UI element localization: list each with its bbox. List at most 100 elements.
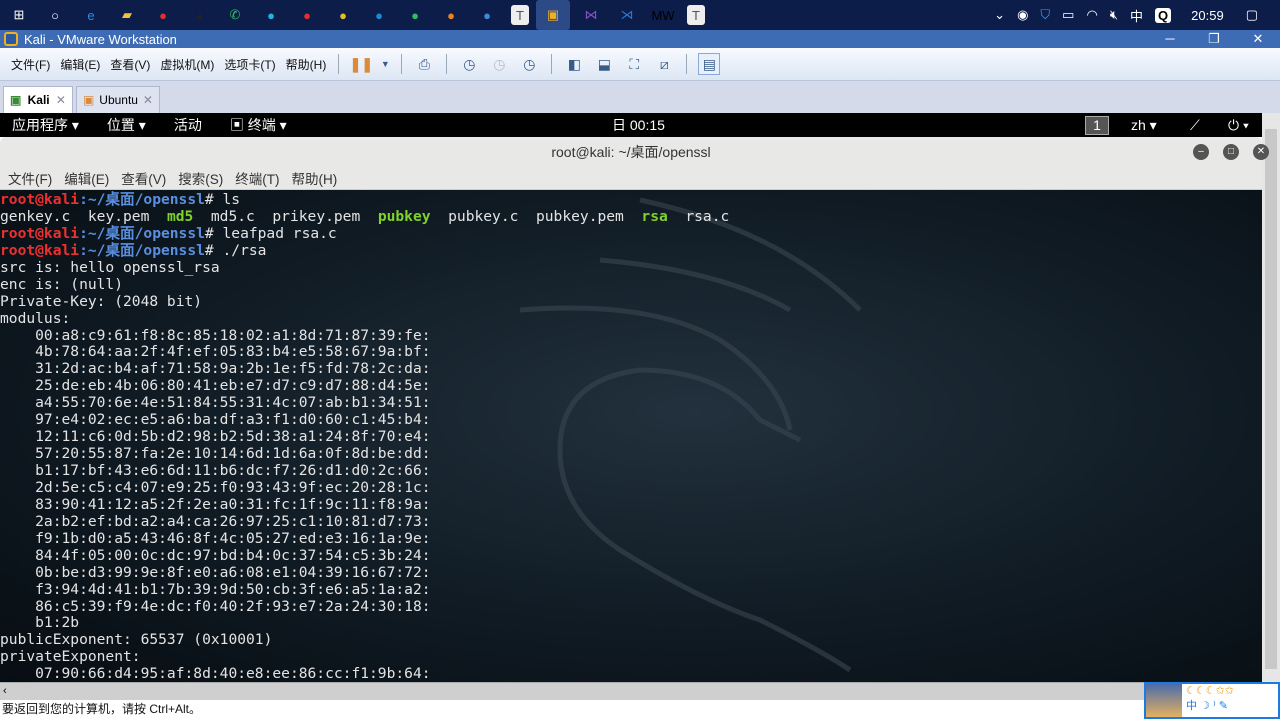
- app-flame-icon[interactable]: ●: [439, 3, 463, 27]
- divider: [446, 54, 448, 74]
- activities-button[interactable]: 活动: [174, 115, 202, 135]
- prompt-user: root@kali: [0, 224, 80, 242]
- record-icon[interactable]: ◉: [1017, 7, 1028, 23]
- terminal-output[interactable]: root@kali:~/桌面/openssl# ls genkey.c key.…: [0, 190, 1262, 682]
- term-menu-search[interactable]: 搜索(S): [178, 168, 223, 188]
- system-tray: ⌄ ◉ ⛉ ▭ ◠ 🔇︎ 中 Q 20:59 ▢: [994, 0, 1280, 30]
- output-line: 12:11:c6:0d:5b:d2:98:b2:5d:38:a1:24:8f:7…: [0, 428, 431, 446]
- power-icon[interactable]: ⏻ ▾: [1228, 117, 1249, 134]
- term-menu-help[interactable]: 帮助(H): [292, 168, 338, 188]
- wechat-icon[interactable]: ✆: [223, 3, 247, 27]
- snapshot-manager-icon[interactable]: ◷: [518, 53, 540, 75]
- send-ctrl-alt-del-icon[interactable]: ⎙: [413, 53, 435, 75]
- ls-entry: rsa: [641, 207, 668, 225]
- wifi-icon[interactable]: ◠: [1086, 7, 1097, 23]
- menu-help[interactable]: 帮助(H): [281, 56, 332, 73]
- term-menu-file[interactable]: 文件(F): [8, 168, 52, 188]
- battery-icon[interactable]: ▭: [1062, 7, 1074, 23]
- q-icon[interactable]: Q: [1155, 7, 1172, 23]
- terminal-menu-bar: 文件(F) 编辑(E) 查看(V) 搜索(S) 终端(T) 帮助(H): [0, 167, 1262, 190]
- terminal-close-button[interactable]: ✕: [1253, 144, 1269, 160]
- fullscreen-icon[interactable]: ⛶: [623, 53, 645, 75]
- output-line: 0b:be:d3:99:9e:8f:e0:a6:08:e1:04:39:16:6…: [0, 563, 431, 581]
- windows-start-icon[interactable]: ⊞: [7, 3, 31, 27]
- vertical-scrollbar[interactable]: [1262, 113, 1280, 682]
- vmware-icon: [4, 32, 18, 46]
- typora-2-icon[interactable]: T: [687, 5, 705, 25]
- app-vs-blue-icon[interactable]: ●: [475, 3, 499, 27]
- close-tab-icon[interactable]: ✕: [143, 93, 153, 107]
- prompt-user: root@kali: [0, 241, 80, 259]
- prompt-path: :~/桌面/openssl: [79, 191, 205, 208]
- pause-icon[interactable]: ❚❚: [350, 53, 373, 75]
- output-line: 25:de:eb:4b:06:80:41:eb:e7:d7:c9:d7:88:d…: [0, 377, 431, 395]
- app-yellow-icon[interactable]: ●: [331, 3, 355, 27]
- minimize-button[interactable]: ─: [1148, 30, 1192, 48]
- vscode-icon[interactable]: ⋊: [615, 3, 639, 27]
- typora-icon[interactable]: T: [511, 5, 529, 25]
- command: # ./rsa: [204, 241, 267, 259]
- terminal-maximize-button[interactable]: □: [1223, 144, 1239, 160]
- clock[interactable]: 日 00:15: [612, 115, 665, 135]
- revert-snapshot-icon[interactable]: ◷: [488, 53, 510, 75]
- app-red-icon[interactable]: ●: [151, 3, 175, 27]
- language-menu[interactable]: zh ▾: [1131, 117, 1157, 134]
- accessibility-icon[interactable]: ⟋: [1190, 117, 1200, 134]
- close-button[interactable]: ✕: [1236, 30, 1280, 48]
- command: # ls: [204, 191, 241, 208]
- output-line: Private-Key: (2048 bit): [0, 292, 203, 310]
- close-tab-icon[interactable]: ✕: [56, 93, 66, 107]
- term-menu-edit[interactable]: 编辑(E): [64, 168, 109, 188]
- menu-vm[interactable]: 虚拟机(M): [155, 56, 219, 73]
- tab-kali[interactable]: ▣ Kali ✕: [3, 86, 73, 113]
- places-menu[interactable]: 位置 ▾: [107, 115, 146, 135]
- menu-view[interactable]: 查看(V): [105, 56, 155, 73]
- menu-edit[interactable]: 编辑(E): [55, 56, 105, 73]
- app-mw-icon[interactable]: MW: [651, 3, 675, 27]
- visual-studio-icon[interactable]: ⋈: [579, 3, 603, 27]
- vmware-icon[interactable]: ▣: [536, 0, 570, 30]
- term-menu-view[interactable]: 查看(V): [121, 168, 166, 188]
- cortana-icon[interactable]: ○: [43, 3, 67, 27]
- app-blue-icon[interactable]: ●: [367, 3, 391, 27]
- ime-lang[interactable]: 中: [1186, 700, 1197, 712]
- tab-label: Ubuntu: [99, 93, 138, 107]
- term-menu-terminal[interactable]: 终端(T): [235, 168, 279, 188]
- menu-file[interactable]: 文件(F): [6, 56, 55, 73]
- console-view-icon[interactable]: ⬓: [593, 53, 615, 75]
- thumbnail-view-icon[interactable]: ▤: [698, 53, 721, 75]
- output-line: 83:90:41:12:a5:2f:2e:a0:31:fc:1f:9c:11:f…: [0, 495, 431, 513]
- workspace-indicator[interactable]: 1: [1085, 115, 1109, 135]
- mute-icon[interactable]: 🔇︎: [1110, 7, 1118, 23]
- terminal-minimize-button[interactable]: –: [1193, 144, 1209, 160]
- output-line: modulus:: [0, 309, 71, 327]
- tab-ubuntu[interactable]: ▣ Ubuntu ✕: [76, 86, 160, 113]
- notifications-icon[interactable]: ▢: [1246, 7, 1258, 23]
- library-view-icon[interactable]: ◧: [563, 53, 585, 75]
- netease-music-icon[interactable]: ●: [295, 3, 319, 27]
- ime-lang[interactable]: 中: [1130, 6, 1143, 25]
- scrollbar-thumb[interactable]: [1265, 129, 1277, 669]
- clock[interactable]: 20:59: [1191, 8, 1224, 23]
- unity-icon[interactable]: ⧄: [653, 53, 675, 75]
- prompt-user: root@kali: [0, 191, 80, 208]
- restore-button[interactable]: ❐: [1192, 30, 1236, 48]
- app-teal-icon[interactable]: ●: [259, 3, 283, 27]
- shield-icon[interactable]: ⛉: [1040, 7, 1050, 23]
- output-line: 4b:78:64:aa:2f:4f:ef:05:83:b4:e5:58:67:9…: [0, 343, 431, 361]
- ls-entry: pubkey: [377, 207, 431, 225]
- scroll-left-icon[interactable]: ‹: [0, 685, 7, 697]
- qq-icon[interactable]: ◕: [187, 3, 211, 27]
- edge-icon[interactable]: e: [79, 3, 103, 27]
- applications-menu[interactable]: 应用程序 ▾: [12, 115, 79, 135]
- horizontal-scrollbar[interactable]: ‹: [0, 682, 1144, 700]
- terminal-app-menu[interactable]: ▣ 终端 ▾: [230, 115, 287, 135]
- menu-tabs[interactable]: 选项卡(T): [219, 56, 280, 73]
- snapshot-icon[interactable]: ◷: [458, 53, 480, 75]
- pause-dropdown-icon[interactable]: ▼: [380, 53, 390, 75]
- evernote-icon[interactable]: ●: [403, 3, 427, 27]
- tray-expand-icon[interactable]: ⌄: [994, 7, 1005, 23]
- file-explorer-icon[interactable]: ▰: [115, 3, 139, 27]
- output-line: src is: hello openssl_rsa: [0, 258, 220, 276]
- ime-toolbar[interactable]: ☾☾☾✩✩ 中 ☽ ⁾ ✎: [1144, 682, 1280, 719]
